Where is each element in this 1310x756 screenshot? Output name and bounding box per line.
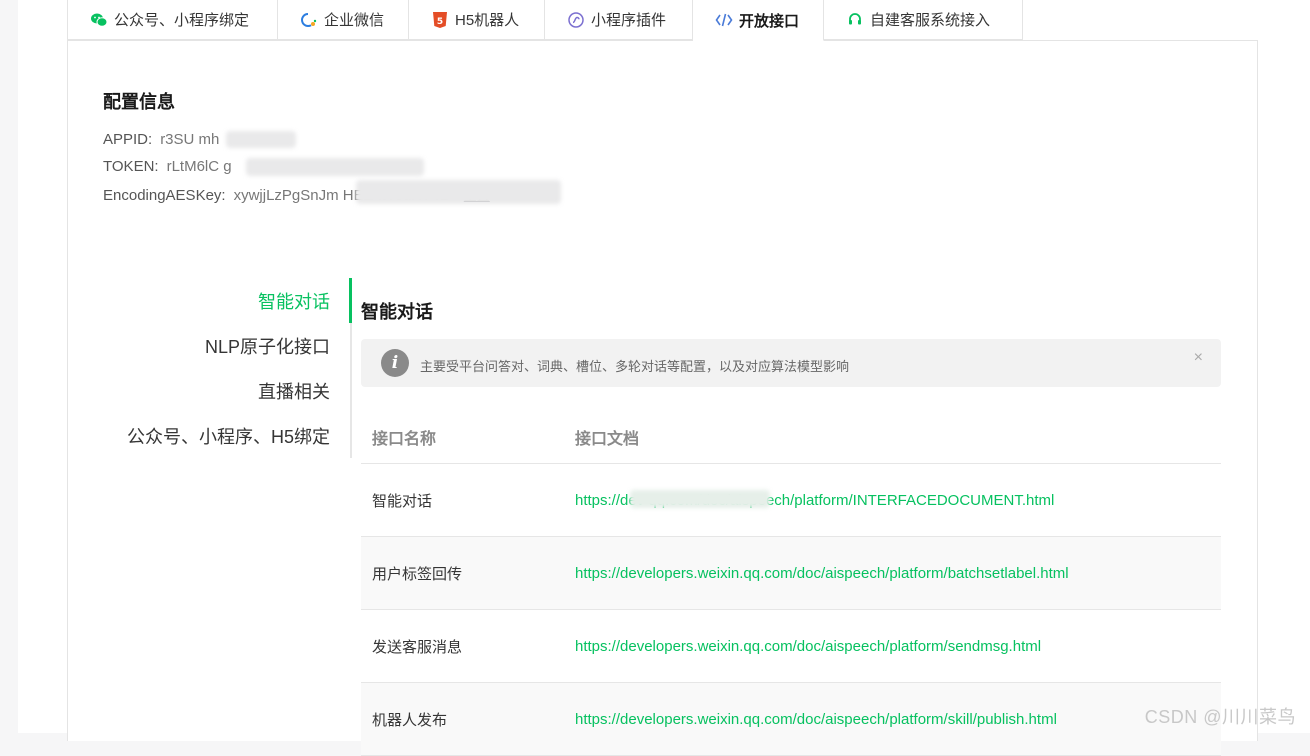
active-indicator xyxy=(349,278,352,323)
nav-item-nlp[interactable]: NLP原子化接口 xyxy=(205,333,330,359)
tab-label: H5机器人 xyxy=(455,12,520,29)
wechat-icon xyxy=(90,12,108,28)
token-label: TOKEN: xyxy=(103,158,159,175)
tab-wechat-binding[interactable]: 公众号、小程序绑定 xyxy=(67,0,278,40)
column-header-doc: 接口文档 xyxy=(575,430,640,448)
appid-row: APPID: r3SU mh xyxy=(103,131,219,148)
section-title: 智能对话 xyxy=(361,302,433,322)
plugin-icon xyxy=(567,11,585,28)
column-header-name: 接口名称 xyxy=(372,430,437,448)
tab-wecom[interactable]: 企业微信 xyxy=(278,0,409,40)
aes-label: EncodingAESKey: xyxy=(103,187,226,204)
tab-h5-robot[interactable]: 5 H5机器人 xyxy=(409,0,545,40)
table-row: 智能对话 https://dev qq.com/doc/aispeech/pla… xyxy=(361,464,1221,537)
api-name: 用户标签回传 xyxy=(372,565,463,583)
nav-item-binding[interactable]: 公众号、小程序、H5绑定 xyxy=(127,423,330,449)
appid-value: r3SU mh xyxy=(160,131,220,148)
headset-icon xyxy=(846,12,864,28)
tab-custom-service[interactable]: 自建客服系统接入 xyxy=(824,0,1023,40)
appid-redaction xyxy=(226,131,296,148)
api-name: 智能对话 xyxy=(372,492,433,510)
table-header: 接口名称 接口文档 xyxy=(361,410,1221,464)
code-icon xyxy=(715,12,733,28)
tab-open-api[interactable]: 开放接口 xyxy=(693,0,824,41)
side-nav: 智能对话 NLP原子化接口 直播相关 公众号、小程序、H5绑定 xyxy=(100,278,352,458)
url-redaction xyxy=(630,490,770,508)
token-redaction xyxy=(246,158,424,176)
tab-label: 开放接口 xyxy=(739,12,800,30)
tab-bar: 公众号、小程序绑定 企业微信 5 H5机器人 小程序插件 开放接口 自建客服系统… xyxy=(67,0,1023,41)
nav-item-live[interactable]: 直播相关 xyxy=(258,378,330,404)
table-row: 机器人发布 https://developers.weixin.qq.com/d… xyxy=(361,683,1221,756)
api-doc-link[interactable]: https://developers.weixin.qq.com/doc/ais… xyxy=(575,711,1057,728)
token-row: TOKEN: rLtM6lC g xyxy=(103,158,232,175)
svg-text:5: 5 xyxy=(437,17,443,27)
watermark: CSDN @川川菜鸟 xyxy=(1144,707,1296,727)
aes-redaction xyxy=(356,180,561,204)
table-row: 发送客服消息 https://developers.weixin.qq.com/… xyxy=(361,610,1221,683)
tab-label: 企业微信 xyxy=(324,12,385,29)
wecom-icon xyxy=(300,12,318,28)
api-name: 发送客服消息 xyxy=(372,638,463,656)
tab-miniprogram-plugin[interactable]: 小程序插件 xyxy=(545,0,693,40)
token-value: rLtM6lC g xyxy=(166,158,232,175)
close-icon[interactable]: × xyxy=(1194,349,1203,367)
api-doc-link[interactable]: https://developers.weixin.qq.com/doc/ais… xyxy=(575,565,1069,582)
info-icon: i xyxy=(381,349,409,377)
api-doc-link[interactable]: https://developers.weixin.qq.com/doc/ais… xyxy=(575,638,1041,655)
left-gutter xyxy=(0,0,18,733)
table-row: 用户标签回传 https://developers.weixin.qq.com/… xyxy=(361,537,1221,610)
tab-label: 自建客服系统接入 xyxy=(870,12,991,29)
api-table: 接口名称 接口文档 智能对话 https://dev qq.com/doc/ai… xyxy=(361,410,1221,756)
api-name: 机器人发布 xyxy=(372,711,448,729)
nav-item-smart-dialog[interactable]: 智能对话 xyxy=(258,288,330,314)
notice-text: 主要受平台问答对、词典、槽位、多轮对话等配置，以及对应算法模型影响 xyxy=(420,359,850,374)
config-title: 配置信息 xyxy=(103,92,175,112)
tab-label: 小程序插件 xyxy=(591,12,667,29)
appid-label: APPID: xyxy=(103,131,153,148)
tab-label: 公众号、小程序绑定 xyxy=(114,12,250,29)
html5-icon: 5 xyxy=(431,11,449,28)
notice-banner: i 主要受平台问答对、词典、槽位、多轮对话等配置，以及对应算法模型影响 × xyxy=(361,339,1221,387)
